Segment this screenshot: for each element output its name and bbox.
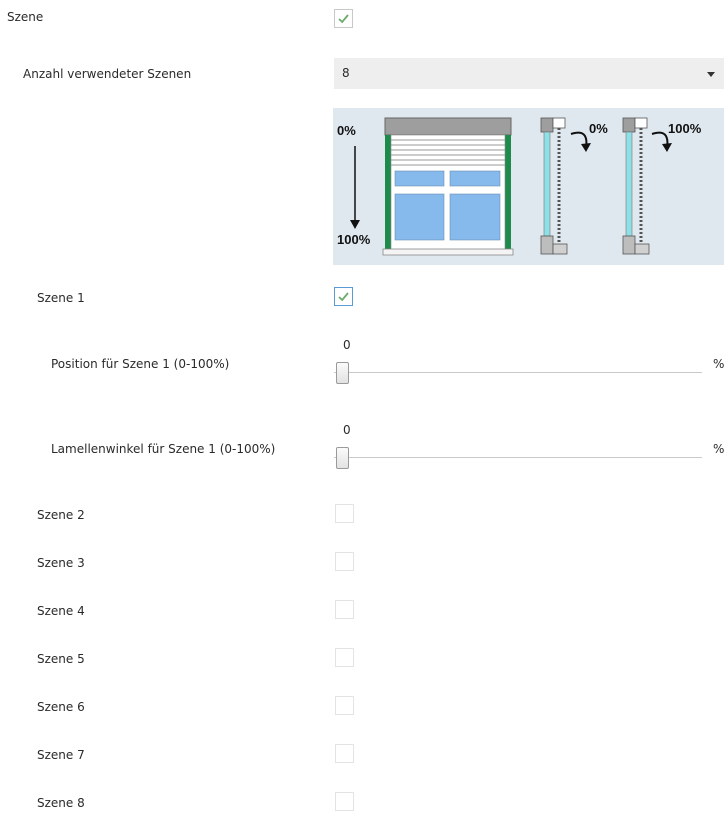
position-unit: % xyxy=(713,357,725,371)
scene-4-label: Szene 4 xyxy=(37,604,85,618)
angle-slider-thumb[interactable] xyxy=(336,447,349,469)
scene-checkbox[interactable] xyxy=(334,9,353,28)
scene-3-label: Szene 3 xyxy=(37,556,85,570)
position-label: Position für Szene 1 (0-100%) xyxy=(51,357,230,371)
checkmark-icon xyxy=(338,292,349,302)
scene-5-label: Szene 5 xyxy=(37,652,85,666)
scene-label: Szene xyxy=(7,10,44,24)
pos-end-text: 100% xyxy=(337,232,371,247)
scene-7-checkbox[interactable] xyxy=(335,744,354,763)
scene-count-select[interactable]: 8 xyxy=(334,58,724,89)
scene-3-checkbox[interactable] xyxy=(335,552,354,571)
angle-value: 0 xyxy=(343,423,351,437)
angle-slider-track[interactable] xyxy=(334,457,702,458)
angle-100-text: 100% xyxy=(668,121,702,136)
scene-5-checkbox[interactable] xyxy=(335,648,354,667)
checkmark-icon xyxy=(338,14,349,24)
position-value: 0 xyxy=(343,338,351,352)
scene-6-label: Szene 6 xyxy=(37,700,85,714)
scene-1-checkbox[interactable] xyxy=(334,287,353,306)
scene-8-checkbox[interactable] xyxy=(335,792,354,811)
pos-start-text: 0% xyxy=(337,123,356,138)
scene-7-label: Szene 7 xyxy=(37,748,85,762)
scene-1-label: Szene 1 xyxy=(37,291,85,305)
scene-count-label: Anzahl verwendeter Szenen xyxy=(23,67,192,81)
position-slider-thumb[interactable] xyxy=(336,362,349,384)
scene-4-checkbox[interactable] xyxy=(335,600,354,619)
chevron-down-icon xyxy=(707,72,715,77)
scene-2-checkbox[interactable] xyxy=(335,504,354,523)
scene-2-label: Szene 2 xyxy=(37,508,85,522)
angle-unit: % xyxy=(713,442,725,456)
scene-8-label: Szene 8 xyxy=(37,796,85,810)
scene-count-value: 8 xyxy=(342,66,350,80)
position-slider-track[interactable] xyxy=(334,372,702,373)
angle-label: Lamellenwinkel für Szene 1 (0-100%) xyxy=(51,442,276,456)
angle-0-text: 0% xyxy=(589,121,608,136)
scene-6-checkbox[interactable] xyxy=(335,696,354,715)
shutter-illustration: 0% 100% 0% 100% xyxy=(333,108,724,265)
